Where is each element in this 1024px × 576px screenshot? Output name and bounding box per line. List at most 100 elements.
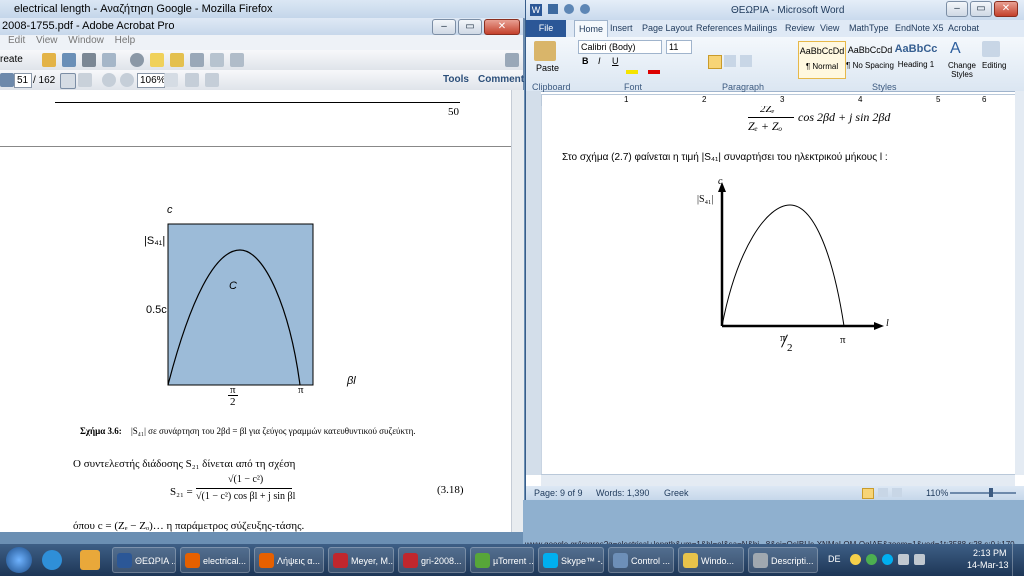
firefox-titlebar[interactable]: electrical length - Αναζήτηση Google - M… bbox=[0, 0, 530, 19]
volume-icon[interactable] bbox=[914, 554, 925, 565]
minimize-button[interactable]: – bbox=[946, 1, 968, 17]
pdf-document-view[interactable]: 50 c |S₄₁| 0.5c C π 2 π βl Σχήμα 3.6: |S… bbox=[0, 90, 511, 532]
open-icon[interactable] bbox=[42, 53, 56, 67]
taskbar-button[interactable]: Meyer, M... bbox=[328, 547, 394, 573]
show-desktop-button[interactable] bbox=[1012, 544, 1024, 576]
maximize-button[interactable]: ▭ bbox=[458, 19, 482, 35]
taskbar-button[interactable]: Windo... bbox=[678, 547, 744, 573]
paste-button[interactable]: Paste bbox=[536, 63, 559, 73]
taskbar-button[interactable]: Λήψεις α... bbox=[254, 547, 324, 573]
comment-icon[interactable] bbox=[150, 53, 164, 67]
sign-icon[interactable] bbox=[190, 53, 204, 67]
maximize-button[interactable]: ▭ bbox=[970, 1, 992, 17]
highlight-icon[interactable] bbox=[170, 53, 184, 67]
tab-view[interactable]: View bbox=[820, 23, 839, 33]
align-center-button[interactable] bbox=[708, 55, 722, 69]
tab-file[interactable]: File bbox=[526, 20, 566, 37]
tray-icon[interactable] bbox=[866, 554, 877, 565]
redo-icon[interactable] bbox=[580, 4, 590, 14]
clock-time[interactable]: 2:13 PM bbox=[973, 548, 1007, 558]
menu-window[interactable]: Window bbox=[68, 35, 104, 46]
tools-button[interactable]: Tools bbox=[443, 74, 469, 85]
taskbar-button[interactable]: Descripti... bbox=[748, 547, 818, 573]
font-name-select[interactable]: Calibri (Body) bbox=[578, 40, 662, 54]
paste-icon[interactable] bbox=[534, 41, 556, 61]
taskbar-button[interactable]: µTorrent ... bbox=[470, 547, 534, 573]
select-tool-icon[interactable] bbox=[60, 73, 76, 89]
skype-tray-icon[interactable] bbox=[882, 554, 893, 565]
tray-icon[interactable] bbox=[850, 554, 861, 565]
justify-icon[interactable] bbox=[740, 55, 752, 67]
taskbar-button[interactable]: Control ... bbox=[608, 547, 674, 573]
media-player-icon[interactable] bbox=[80, 550, 100, 570]
editing-button[interactable]: Editing bbox=[982, 61, 1006, 70]
change-styles-icon[interactable]: A bbox=[950, 40, 961, 58]
save-icon[interactable] bbox=[548, 4, 558, 14]
close-button[interactable]: ✕ bbox=[994, 1, 1018, 17]
expand-icon[interactable] bbox=[505, 53, 519, 67]
zoom-level[interactable]: 110% bbox=[926, 488, 948, 498]
email-icon[interactable] bbox=[102, 53, 116, 67]
font-color-icon[interactable] bbox=[648, 70, 660, 74]
tab-page-layout[interactable]: Page Layout bbox=[642, 23, 693, 33]
save-icon[interactable] bbox=[62, 53, 76, 67]
zoom-in-icon[interactable] bbox=[120, 73, 134, 87]
tab-acrobat[interactable]: Acrobat bbox=[948, 23, 979, 33]
tab-mailings[interactable]: Mailings bbox=[744, 23, 777, 33]
style-heading-1[interactable]: AaBbCc Heading 1 bbox=[894, 41, 938, 77]
italic-button[interactable]: I bbox=[598, 56, 601, 66]
minimize-button[interactable]: – bbox=[432, 19, 456, 35]
align-right-icon[interactable] bbox=[724, 55, 736, 67]
menu-help[interactable]: Help bbox=[115, 35, 136, 46]
font-size-select[interactable]: 11 bbox=[666, 40, 692, 54]
fit-page-icon[interactable] bbox=[185, 73, 199, 87]
word-document-page[interactable]: 2Zₑ Zₑ + Zₒ cos 2βd + j sin 2βd Στο σχήμ… bbox=[541, 106, 1018, 474]
tab-insert[interactable]: Insert bbox=[610, 23, 633, 33]
page-number-input[interactable]: 51 bbox=[14, 73, 32, 88]
clock-date[interactable]: 14-Mar-13 bbox=[967, 560, 1009, 570]
tab-endnote[interactable]: EndNote X5 bbox=[895, 23, 944, 33]
start-button[interactable] bbox=[6, 547, 32, 573]
taskbar-button[interactable]: electrical... bbox=[180, 547, 250, 573]
internet-explorer-icon[interactable] bbox=[42, 550, 62, 570]
create-button[interactable]: reate bbox=[0, 54, 23, 65]
tab-review[interactable]: Review bbox=[785, 23, 815, 33]
print-layout-icon[interactable] bbox=[862, 488, 874, 499]
status-page[interactable]: Page: 9 of 9 bbox=[534, 488, 583, 498]
word-vertical-scrollbar[interactable] bbox=[1015, 91, 1024, 475]
zoom-out-icon[interactable] bbox=[102, 73, 116, 87]
word-titlebar[interactable]: W ΘΕΩΡΙΑ - Microsoft Word – ▭ ✕ bbox=[526, 0, 1024, 20]
tab-home[interactable]: Home bbox=[574, 20, 609, 37]
status-words[interactable]: Words: 1,390 bbox=[596, 488, 649, 498]
edit-icon[interactable] bbox=[210, 53, 224, 67]
menu-view[interactable]: View bbox=[36, 35, 58, 46]
style-normal[interactable]: AaBbCcDd ¶ Normal bbox=[798, 41, 846, 79]
gear-icon[interactable] bbox=[130, 53, 144, 67]
editing-icon[interactable] bbox=[982, 41, 1000, 57]
taskbar-button[interactable]: gri-2008... bbox=[398, 547, 466, 573]
network-icon[interactable] bbox=[898, 554, 909, 565]
status-language[interactable]: Greek bbox=[664, 488, 689, 498]
zoom-input[interactable]: 106% bbox=[137, 73, 166, 88]
acrobat-titlebar[interactable]: 2008-1755.pdf - Adobe Acrobat Pro – ▭ ✕ bbox=[0, 18, 523, 35]
prev-page-icon[interactable] bbox=[0, 73, 14, 87]
hand-tool-icon[interactable] bbox=[78, 73, 92, 87]
highlight-color-icon[interactable] bbox=[626, 70, 638, 74]
close-button[interactable]: ✕ bbox=[484, 19, 520, 35]
print-icon[interactable] bbox=[82, 53, 96, 67]
zoom-dropdown-icon[interactable] bbox=[164, 73, 178, 87]
web-layout-icon[interactable] bbox=[892, 488, 902, 497]
undo-icon[interactable] bbox=[564, 4, 574, 14]
comment-button[interactable]: Comment bbox=[478, 74, 524, 85]
form-icon[interactable] bbox=[230, 53, 244, 67]
taskbar-button[interactable]: Skype™ -... bbox=[538, 547, 604, 573]
underline-button[interactable]: U bbox=[612, 56, 619, 66]
full-screen-icon[interactable] bbox=[878, 488, 888, 497]
style-no-spacing[interactable]: AaBbCcDd ¶ No Spacing bbox=[846, 41, 894, 77]
zoom-slider[interactable] bbox=[950, 492, 1016, 494]
bold-button[interactable]: B bbox=[582, 56, 589, 66]
fit-width-icon[interactable] bbox=[205, 73, 219, 87]
tab-references[interactable]: References bbox=[696, 23, 742, 33]
language-indicator[interactable]: DE bbox=[828, 554, 841, 564]
menu-edit[interactable]: Edit bbox=[8, 35, 25, 46]
